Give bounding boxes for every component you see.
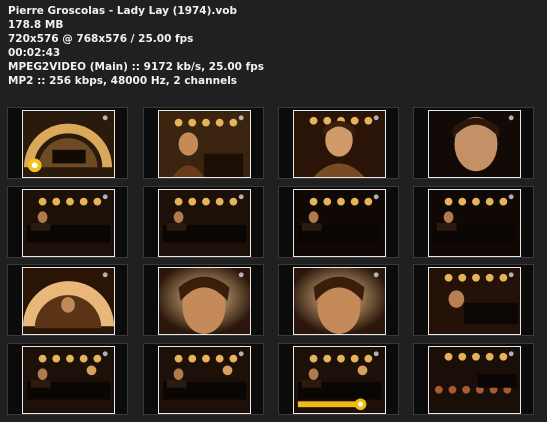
thumbnail-image [22, 267, 115, 335]
media-info-header: Pierre Groscolas - Lady Lay (1974).vob 1… [8, 4, 264, 88]
video-codec: MPEG2VIDEO (Main) :: 9172 kb/s, 25.00 fp… [8, 61, 264, 73]
duration: 00:02:43 [8, 47, 61, 59]
thumbnail-frame [7, 264, 128, 336]
thumbnail-image [22, 189, 115, 257]
thumbnail-grid [7, 107, 540, 417]
thumbnail-image [158, 267, 251, 335]
thumbnail-image [22, 346, 115, 414]
thumbnail-frame [413, 343, 534, 415]
thumbnail-frame [143, 107, 264, 179]
file-name: Pierre Groscolas - Lady Lay (1974).vob [8, 5, 237, 17]
thumbnail-frame [7, 107, 128, 179]
thumbnail-frame [413, 264, 534, 336]
thumbnail-frame [278, 107, 399, 179]
file-size: 178.8 MB [8, 19, 64, 31]
thumbnail-image [22, 110, 115, 178]
thumbnail-frame [413, 186, 534, 258]
thumbnail-image [158, 110, 251, 178]
thumbnail-image [158, 189, 251, 257]
thumbnail-frame [143, 264, 264, 336]
thumbnail-frame [278, 343, 399, 415]
audio-codec: MP2 :: 256 kbps, 48000 Hz, 2 channels [8, 75, 238, 87]
thumbnail-image [158, 346, 251, 414]
thumbnail-image [293, 189, 386, 257]
thumbnail-frame [7, 186, 128, 258]
thumbnail-image [428, 189, 521, 257]
thumbnail-frame [143, 186, 264, 258]
thumbnail-frame [143, 343, 264, 415]
thumbnail-image [293, 110, 386, 178]
thumbnail-image [428, 267, 521, 335]
thumbnail-frame [278, 264, 399, 336]
thumbnail-frame [278, 186, 399, 258]
thumbnail-image [428, 346, 521, 414]
thumbnail-image [428, 110, 521, 178]
thumbnail-frame [7, 343, 128, 415]
thumbnail-frame [413, 107, 534, 179]
thumbnail-image [293, 267, 386, 335]
thumbnail-image [293, 346, 386, 414]
resolution-fps: 720x576 @ 768x576 / 25.00 fps [8, 33, 194, 45]
